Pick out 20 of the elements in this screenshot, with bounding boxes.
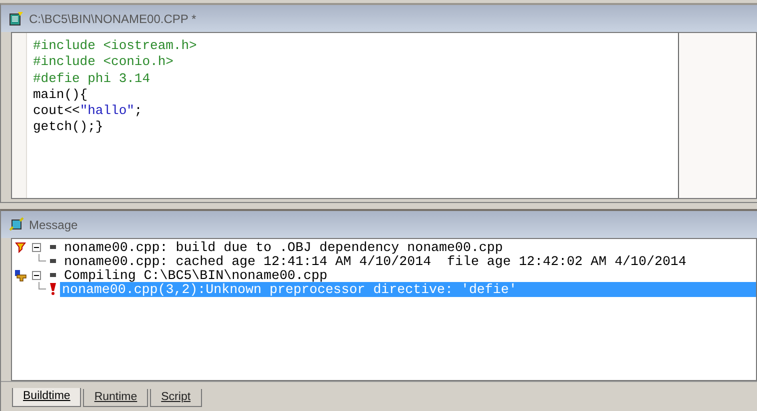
tab[interactable]: Runtime bbox=[83, 389, 148, 407]
bullet-icon bbox=[50, 273, 56, 277]
panel-title: Message bbox=[29, 218, 78, 232]
document-icon bbox=[9, 11, 24, 26]
window-title: C:\BC5\BIN\NONAME00.CPP * bbox=[29, 12, 196, 26]
message-text[interactable]: Compiling C:\BC5\BIN\noname00.cpp bbox=[62, 268, 330, 282]
compile-icon bbox=[14, 268, 27, 282]
bullet-icon bbox=[50, 259, 56, 263]
tab[interactable]: Buildtime bbox=[12, 388, 82, 407]
bullet-icon bbox=[50, 245, 56, 249]
tree-line bbox=[38, 282, 46, 290]
message-text[interactable]: noname00.cpp: cached age 12:41:14 AM 4/10/2014 file age 12:42:02 AM 4/10/2014 bbox=[62, 254, 688, 268]
collapse-icon[interactable] bbox=[32, 270, 41, 280]
tab[interactable]: Script bbox=[150, 389, 202, 407]
message-text[interactable]: noname00.cpp: build due to .OBJ dependency noname00.cpp bbox=[62, 240, 505, 254]
window-icon bbox=[9, 217, 24, 232]
tree-line bbox=[38, 254, 46, 262]
exclamation-icon bbox=[50, 283, 56, 295]
funnel-icon bbox=[15, 242, 26, 252]
collapse-icon[interactable] bbox=[32, 242, 41, 252]
